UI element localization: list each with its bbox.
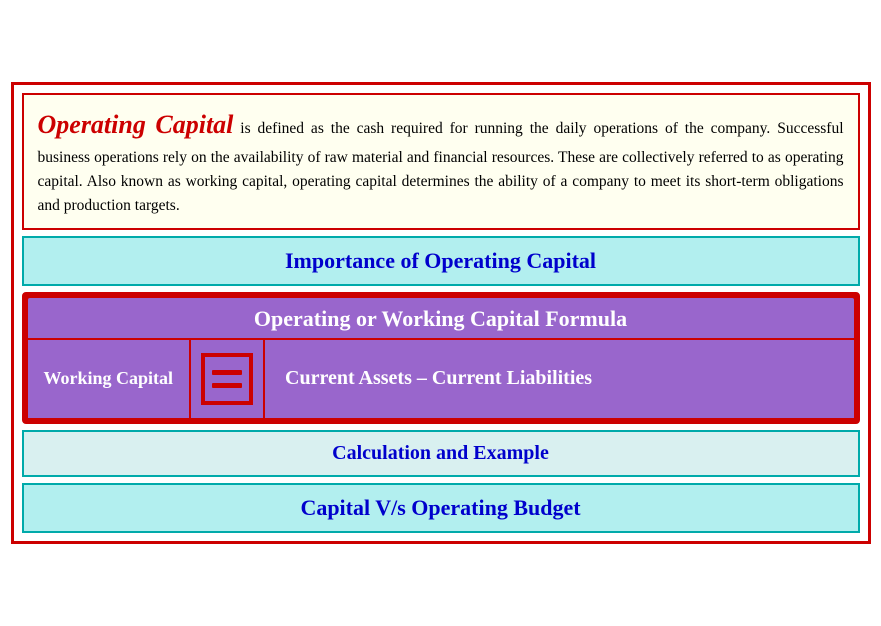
equals-bar-bottom — [212, 383, 242, 388]
formula-heading: Operating or Working Capital Formula — [254, 306, 627, 331]
main-container: Operating Capital is defined as the cash… — [11, 82, 871, 543]
definition-title: Operating Capital — [38, 110, 234, 139]
formula-outer: Operating or Working Capital Formula Wor… — [22, 292, 860, 424]
calculation-section: Calculation and Example — [22, 430, 860, 477]
formula-content-row: Working Capital Current Assets – Current… — [28, 338, 854, 418]
budget-section: Capital V/s Operating Budget — [22, 483, 860, 533]
formula-equals-box — [191, 340, 265, 418]
equals-bar-top — [212, 370, 242, 375]
budget-title: Capital V/s Operating Budget — [34, 495, 848, 521]
calculation-title: Calculation and Example — [34, 442, 848, 465]
definition-section: Operating Capital is defined as the cash… — [22, 93, 860, 229]
formula-label: Working Capital — [28, 340, 192, 418]
equals-symbol — [201, 353, 253, 405]
formula-expression: Current Assets – Current Liabilities — [265, 340, 853, 418]
formula-section: Operating or Working Capital Formula Wor… — [28, 298, 854, 418]
importance-section: Importance of Operating Capital — [22, 236, 860, 286]
importance-title: Importance of Operating Capital — [34, 248, 848, 274]
formula-title-row: Operating or Working Capital Formula — [28, 298, 854, 338]
